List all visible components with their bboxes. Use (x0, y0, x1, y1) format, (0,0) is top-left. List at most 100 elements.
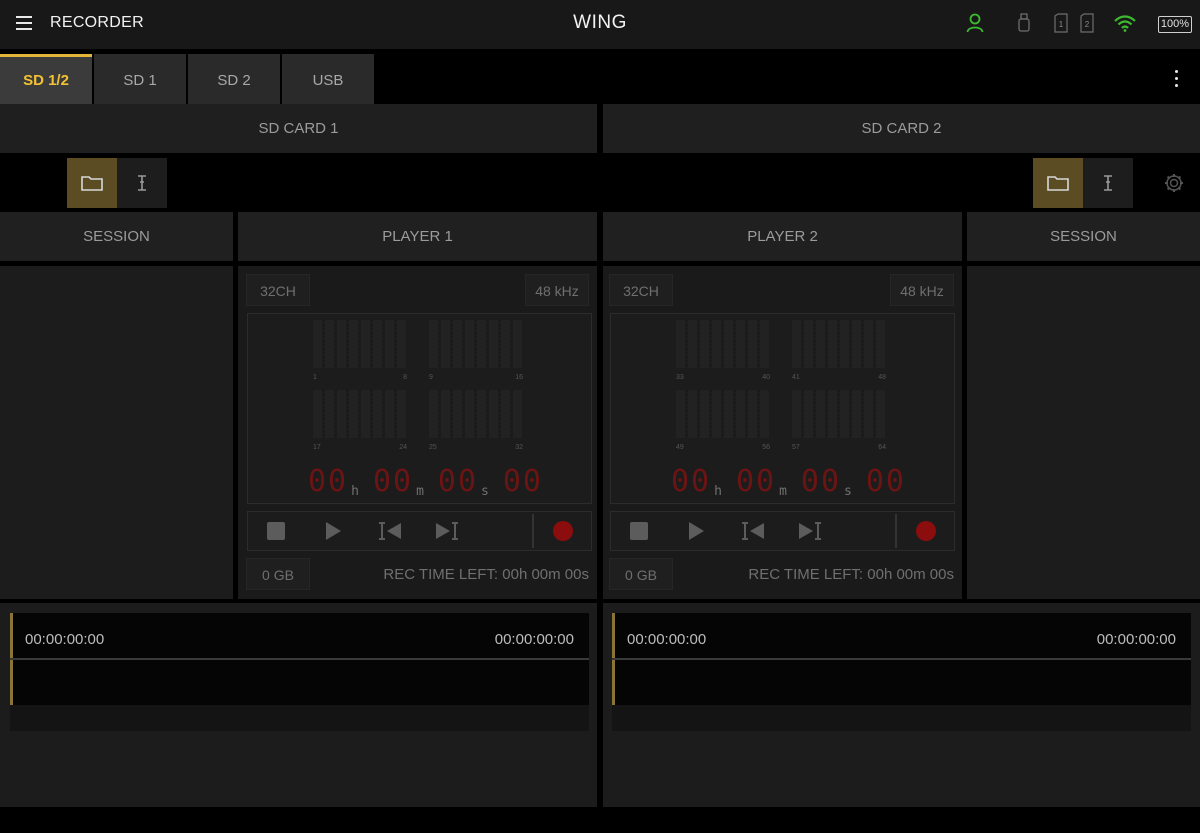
timecode-frames: 00 (502, 464, 543, 499)
meter-label-end: 24 (399, 444, 407, 451)
level-meters: 18 9 16 17 24 25 32 00 h 00 m 00 s 00 (247, 313, 592, 504)
player-2-panel: 32CH 48 kHz 33 40 41 48 49 56 57 64 00 h 00 m … (603, 266, 962, 599)
next-button[interactable] (785, 512, 835, 550)
meter-label-end: 48 (878, 374, 886, 381)
app-title: RECORDER (50, 14, 144, 31)
tab-sd-2[interactable]: SD 2 (188, 54, 280, 104)
minutes-unit: m (416, 484, 424, 499)
timeline-track[interactable]: 00:00:00:00 00:00:00:00 (612, 613, 1191, 731)
record-button[interactable] (901, 512, 951, 550)
player-2-header: PLAYER 2 (603, 212, 962, 261)
timeline-end-time: 00:00:00:00 (494, 631, 574, 648)
rec-time-left: REC TIME LEFT: 00h 00m 00s (383, 566, 589, 583)
text-cursor-icon (1104, 175, 1112, 191)
meter-label-end: 32 (515, 444, 523, 451)
sd1-folder-button[interactable] (67, 158, 117, 208)
meter-label-end: 64 (878, 444, 886, 451)
sd-card-1-number: 1 (1059, 20, 1064, 29)
session-list-left[interactable] (0, 266, 233, 599)
hours-unit: h (351, 484, 359, 499)
timecode-display: 00 h 00 m 00 s 00 (671, 464, 906, 499)
skip-back-icon (742, 522, 764, 540)
timeline-track[interactable]: 00:00:00:00 00:00:00:00 (10, 613, 589, 731)
seconds-unit: s (844, 484, 852, 499)
sample-rate: 48 kHz (525, 274, 589, 306)
record-icon (916, 521, 936, 541)
meter-label-end: 8 (403, 374, 407, 381)
meter-label-start: 25 (429, 444, 437, 451)
stop-icon (267, 522, 285, 540)
meter-label-end: 56 (762, 444, 770, 451)
sd-card-1-header: SD CARD 1 (0, 104, 597, 153)
level-meters: 33 40 41 48 49 56 57 64 00 h 00 m 00 s 00 (610, 313, 955, 504)
meter-group: 25 32 (429, 390, 523, 451)
minutes-unit: m (779, 484, 787, 499)
record-icon (553, 521, 573, 541)
hours-unit: h (714, 484, 722, 499)
meter-group: 57 64 (792, 390, 886, 451)
meter-label-end: 16 (515, 374, 523, 381)
sd2-rename-button[interactable] (1083, 158, 1133, 208)
session-header-right: SESSION (967, 212, 1200, 261)
session-list-right[interactable] (967, 266, 1200, 599)
meter-label-start: 1 (313, 374, 317, 381)
timeline-sd1: 00:00:00:00 00:00:00:00 (0, 603, 597, 807)
meter-group: 41 48 (792, 320, 886, 381)
battery-indicator: 100% (1158, 16, 1192, 33)
timecode-minutes: 00 (735, 464, 777, 499)
sd1-rename-button[interactable] (117, 158, 167, 208)
meter-group: 17 24 (313, 390, 407, 451)
transport-controls (610, 511, 955, 551)
channel-count: 32CH (246, 274, 310, 306)
sample-rate: 48 kHz (890, 274, 954, 306)
sd-card-1-icon: 1 (1054, 13, 1068, 33)
timecode-hours: 00 (308, 464, 349, 499)
timeline-sd2: 00:00:00:00 00:00:00:00 (603, 603, 1200, 807)
sd-card-2-number: 2 (1085, 20, 1090, 29)
tab-usb[interactable]: USB (282, 54, 374, 104)
next-button[interactable] (422, 512, 472, 550)
meter-label-start: 41 (792, 374, 800, 381)
record-button[interactable] (538, 512, 588, 550)
meter-label-start: 9 (429, 374, 433, 381)
player-1-header: PLAYER 1 (238, 212, 597, 261)
top-bar: RECORDER WING 1 2 100% (0, 0, 1200, 49)
stop-button[interactable] (251, 512, 301, 550)
user-icon[interactable] (966, 13, 984, 33)
timecode-hours: 00 (671, 464, 712, 499)
tab-sd-1-2[interactable]: SD 1/2 (0, 54, 92, 104)
settings-button[interactable] (1163, 172, 1185, 194)
menu-icon[interactable] (16, 16, 32, 30)
timeline-start-time: 00:00:00:00 (25, 631, 105, 648)
timecode-seconds: 00 (437, 464, 479, 499)
storage-size: 0 GB (609, 558, 673, 590)
meter-group: 9 16 (429, 320, 523, 381)
storage-size: 0 GB (246, 558, 310, 590)
meter-label-start: 33 (676, 374, 684, 381)
channel-count: 32CH (609, 274, 673, 306)
gear-icon (1165, 174, 1183, 192)
tab-sd-1[interactable]: SD 1 (94, 54, 186, 104)
transport-controls (247, 511, 592, 551)
play-button[interactable] (308, 512, 358, 550)
more-options-icon[interactable] (1170, 70, 1182, 90)
meter-group: 18 (313, 320, 407, 381)
skip-forward-icon (436, 522, 458, 540)
timecode-frames: 00 (865, 464, 906, 499)
meter-group: 49 56 (676, 390, 770, 451)
folder-icon (1047, 176, 1069, 191)
previous-button[interactable] (728, 512, 778, 550)
sd-card-2-header: SD CARD 2 (603, 104, 1200, 153)
play-button[interactable] (671, 512, 721, 550)
play-icon (689, 522, 704, 540)
play-icon (326, 522, 341, 540)
meter-label-start: 17 (313, 444, 321, 451)
usb-stick-icon (1018, 13, 1030, 32)
sd2-folder-button[interactable] (1033, 158, 1083, 208)
stop-button[interactable] (614, 512, 664, 550)
timecode-minutes: 00 (372, 464, 414, 499)
wifi-icon[interactable] (1114, 15, 1136, 32)
previous-button[interactable] (365, 512, 415, 550)
player-1-panel: 32CH 48 kHz 18 9 16 17 24 25 32 00 h 00 m 00 s… (238, 266, 597, 599)
rec-time-left: REC TIME LEFT: 00h 00m 00s (748, 566, 954, 583)
